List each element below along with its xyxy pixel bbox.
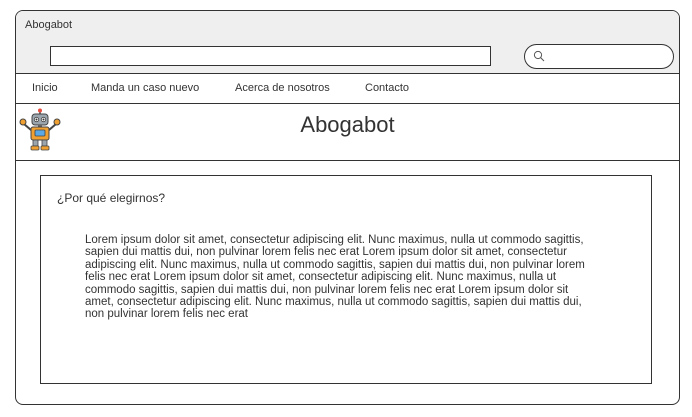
url-input[interactable]	[50, 46, 491, 66]
page-header: Abogabot	[16, 104, 679, 161]
nav-item-manda-un-caso-nuevo[interactable]: Manda un caso nuevo	[91, 82, 199, 94]
nav-bar: Inicio Manda un caso nuevo Acerca de nos…	[16, 73, 679, 104]
address-bar	[16, 42, 679, 73]
nav-item-inicio[interactable]: Inicio	[32, 82, 58, 94]
browser-window: Abogabot Inicio Manda un caso nuevo Acer…	[15, 10, 680, 405]
page-title: Abogabot	[300, 112, 395, 137]
window-title: Abogabot	[25, 19, 73, 31]
section-heading: ¿Por qué elegirnos?	[57, 191, 166, 205]
search-input[interactable]	[549, 48, 669, 66]
content-card: ¿Por qué elegirnos? Lorem ipsum dolor si…	[40, 175, 652, 384]
nav-item-contacto[interactable]: Contacto	[365, 82, 409, 94]
nav-item-acerca-de-nosotros[interactable]: Acerca de nosotros	[235, 82, 330, 94]
title-bar: Abogabot	[16, 11, 679, 42]
section-body-text: Lorem ipsum dolor sit amet, consectetur …	[85, 234, 585, 321]
search-box[interactable]	[524, 44, 674, 69]
search-icon	[533, 50, 545, 62]
